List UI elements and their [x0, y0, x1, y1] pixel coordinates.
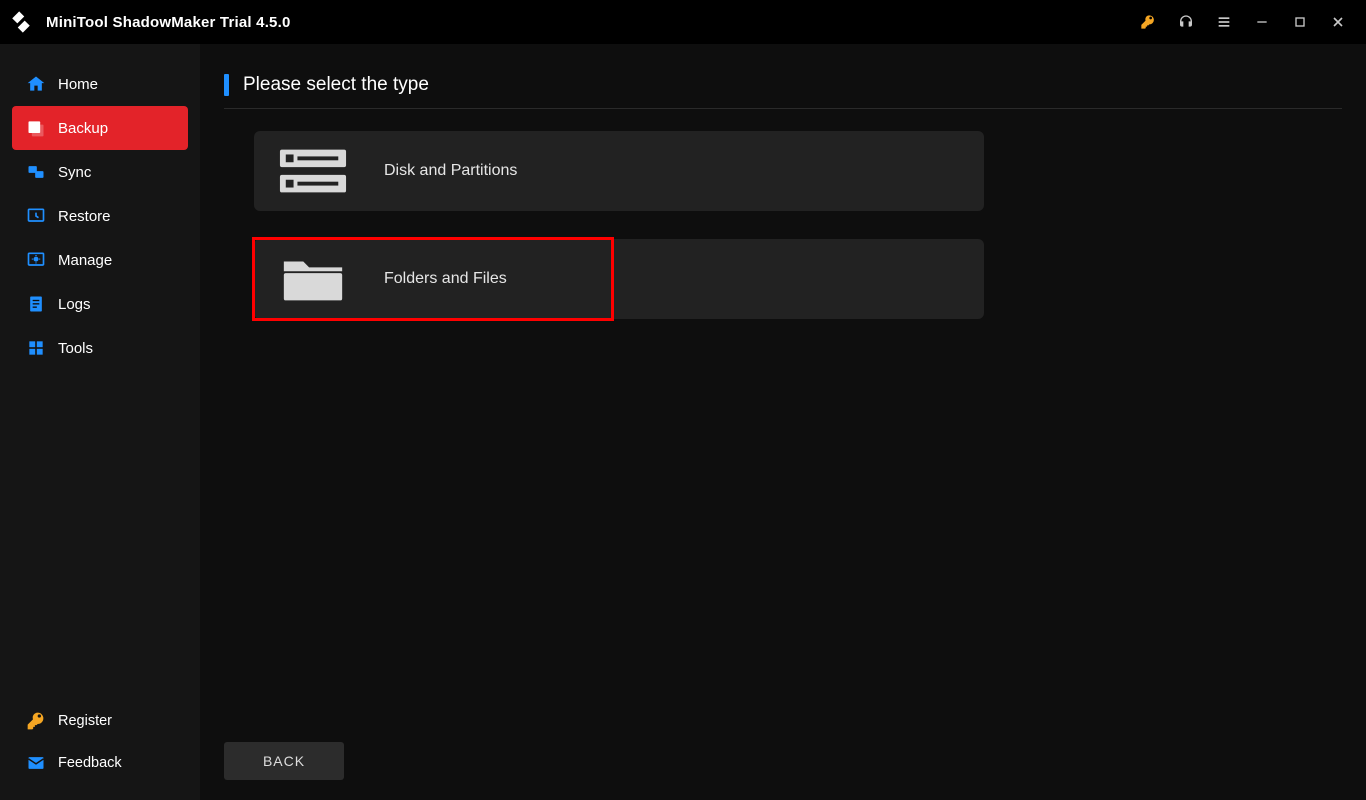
option-label: Folders and Files	[384, 270, 507, 288]
sidebar-item-label: Logs	[58, 296, 91, 313]
sidebar-item-label: Feedback	[58, 755, 122, 771]
sync-icon	[26, 162, 46, 182]
type-options: Disk and Partitions Folders and Files	[254, 131, 1014, 319]
heading-text: Please select the type	[243, 74, 429, 96]
sidebar-item-tools[interactable]: Tools	[12, 326, 188, 370]
sidebar-item-register[interactable]: Register	[12, 700, 188, 742]
sidebar-bottom: Register Feedback	[0, 700, 200, 784]
sidebar-item-manage[interactable]: Manage	[12, 238, 188, 282]
sidebar-item-label: Restore	[58, 208, 111, 225]
restore-icon	[26, 206, 46, 226]
backup-icon	[26, 118, 46, 138]
key-icon	[26, 711, 46, 731]
home-icon	[26, 74, 46, 94]
option-disk-and-partitions[interactable]: Disk and Partitions	[254, 131, 984, 211]
sidebar-item-logs[interactable]: Logs	[12, 282, 188, 326]
disk-icon	[278, 143, 348, 199]
footer: BACK	[224, 726, 1342, 780]
back-button[interactable]: BACK	[224, 742, 344, 780]
app-body: Home Backup Sync	[0, 44, 1366, 800]
manage-icon	[26, 250, 46, 270]
maximize-icon[interactable]	[1286, 8, 1314, 36]
logs-icon	[26, 294, 46, 314]
app-title: MiniTool ShadowMaker Trial 4.5.0	[46, 14, 291, 31]
sidebar-item-label: Backup	[58, 120, 108, 137]
titlebar: MiniTool ShadowMaker Trial 4.5.0	[0, 0, 1366, 44]
back-button-label: BACK	[263, 753, 305, 769]
sidebar-item-label: Sync	[58, 164, 91, 181]
section-heading: Please select the type	[224, 74, 1342, 109]
heading-accent-bar	[224, 74, 229, 96]
app-logo-icon	[10, 11, 32, 33]
key-icon[interactable]	[1134, 8, 1162, 36]
option-label: Disk and Partitions	[384, 162, 517, 180]
sidebar-item-label: Register	[58, 713, 112, 729]
sidebar-item-label: Manage	[58, 252, 112, 269]
sidebar-item-home[interactable]: Home	[12, 62, 188, 106]
sidebar-item-restore[interactable]: Restore	[12, 194, 188, 238]
menu-icon[interactable]	[1210, 8, 1238, 36]
headset-icon[interactable]	[1172, 8, 1200, 36]
sidebar-item-feedback[interactable]: Feedback	[12, 742, 188, 784]
sidebar: Home Backup Sync	[0, 44, 200, 800]
sidebar-nav: Home Backup Sync	[0, 62, 200, 370]
sidebar-item-sync[interactable]: Sync	[12, 150, 188, 194]
minimize-icon[interactable]	[1248, 8, 1276, 36]
main-panel: Please select the type Disk	[200, 44, 1366, 800]
sidebar-item-label: Tools	[58, 340, 93, 357]
sidebar-item-label: Home	[58, 76, 98, 93]
folder-icon	[278, 251, 348, 307]
option-folders-and-files[interactable]: Folders and Files	[254, 239, 984, 319]
app-window: MiniTool ShadowMaker Trial 4.5.0	[0, 0, 1366, 800]
mail-icon	[26, 753, 46, 773]
tools-icon	[26, 338, 46, 358]
sidebar-item-backup[interactable]: Backup	[12, 106, 188, 150]
close-icon[interactable]	[1324, 8, 1352, 36]
